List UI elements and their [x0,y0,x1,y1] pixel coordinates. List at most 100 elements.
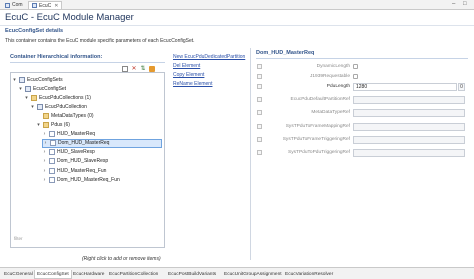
bottom-tab-bar: EcuCGeneral EcucConfigSet EcucHardware E… [0,267,474,279]
tab-label: EcucPartitionCollection [109,272,159,277]
hierarchy-divider [10,62,165,63]
tab-com-label: Com [12,2,23,8]
tree-node[interactable]: ▾ EcucConfigSets [12,75,63,84]
container-icon [49,149,55,156]
tree-node-label: MetaDataTypes (0) [51,112,94,119]
hierarchy-header: Container Hierarchical information: [10,54,103,60]
delete-element-link[interactable]: Del Element [173,63,200,69]
maximize-icon[interactable]: □ [463,1,467,7]
tab-ecuc-partition-collection[interactable]: EcucPartitionCollection [107,270,160,279]
container-icon [37,103,43,110]
property-label: PduLength [326,84,350,89]
tab-com[interactable]: Com [2,1,26,9]
minimize-icon[interactable]: – [452,1,455,7]
tree-node-label: Dom_HUD_SlaveResp [57,158,109,165]
pdu-length-spinner[interactable]: 0 [458,83,465,91]
tree-node[interactable]: ▾ Pdus (6) [36,121,70,130]
container-icon [49,167,55,174]
tab-label: EcucVariationResolver [285,272,334,277]
tree-node[interactable]: › HUD_MasterReq_Fun [42,166,106,175]
property-label: J1939Requestable [309,74,350,79]
tree-node-label: HUD_SlaveResp [57,149,95,156]
tab-label: EcuCGeneral [4,272,33,277]
chevron-right-icon[interactable]: › [42,149,47,155]
copy-element-link[interactable]: Copy Element [173,72,204,78]
reference-field [353,123,465,131]
tree-hint: (Right click to add or remove items) [82,256,161,262]
tree-node-label: Dom_HUD_MasterReq [58,140,110,147]
tab-label: EcucPostBuildVariants [168,272,217,277]
tree-node-label: HUD_MasterReq_Fun [57,167,107,174]
container-icon [49,176,55,183]
tab-ecuc[interactable]: EcuC ✕ [28,1,63,9]
chevron-down-icon[interactable]: ▾ [36,122,41,128]
chevron-down-icon[interactable]: ▾ [18,86,23,92]
tree-node-label: EcucPduCollections (1) [39,94,91,101]
chevron-right-icon[interactable]: › [42,131,47,137]
property-label: DynamicLength [316,64,350,69]
property-label: SysTPduToFrameTriggeringRef [282,137,350,142]
tab-ecuc-variation-resolver[interactable]: EcucVariationResolver [283,270,335,279]
tree-node[interactable]: › Dom_HUD_MasterReq_Fun [42,175,120,184]
ecuc-file-icon [32,3,37,8]
tree-node[interactable]: › Dom_HUD_SlaveResp [42,157,108,166]
folder-icon [43,122,49,128]
property-checkbox[interactable] [353,74,358,79]
tab-ecuc-label: EcuC [39,2,52,9]
folder-icon [31,94,37,101]
new-partition-link[interactable]: New EcucPduDedicatedPartition [173,54,245,60]
tree-node-label: HUD_MasterReq [57,131,96,138]
tab-ecuc-config-set[interactable]: EcucConfigSet [34,270,72,279]
container-icon [49,131,55,138]
tree-node-label: Pdus (6) [51,122,70,128]
tree-node-label: EcucConfigSet [33,85,67,92]
chevron-right-icon[interactable]: › [42,177,47,183]
tree-node[interactable]: › Dom_HUD_MasterReq [42,138,162,148]
details-header: EcucConfigSet details [5,28,64,34]
tree-node[interactable]: ▾ EcucConfigSet [18,84,66,93]
property-label: SysTPduToPduTriggeringRef [288,150,350,155]
container-icon [49,158,55,165]
tab-ecuc-general[interactable]: EcuCGeneral [2,270,35,279]
container-icon [50,140,56,147]
property-checkbox[interactable] [353,64,358,69]
tree-node-label: EcucPduCollection [45,103,87,110]
tab-ecuc-post-build-variants[interactable]: EcucPostBuildVariants [166,270,218,279]
tab-ecuc-unit-group-assignment[interactable]: EcucUnitGroupAssignment [222,270,284,279]
tree-node[interactable]: › HUD_MasterReq [42,130,95,139]
chevron-right-icon[interactable]: › [42,168,47,174]
properties-divider [256,58,468,59]
tab-ecuc-hardware[interactable]: EcucHardware [71,270,106,279]
close-icon[interactable]: ✕ [54,3,58,9]
property-label: MetaDataTypeRef [311,110,350,115]
com-file-icon [5,2,10,8]
property-label: EcucPduDefaultPartitionRef [290,97,350,102]
rename-element-link[interactable]: ReName Element [173,81,212,87]
tree-node[interactable]: › HUD_SlaveResp [42,148,95,157]
details-description: This container contains the EcuC module … [5,38,195,44]
tab-label: EcucUnitGroupAssignment [224,272,282,277]
container-icon [25,85,31,92]
folder-icon [43,112,49,119]
chevron-down-icon[interactable]: ▾ [30,104,35,110]
tree-node[interactable]: ▾ EcucPduCollection [30,102,87,111]
container-icon [19,76,25,83]
reference-field [353,136,465,144]
tab-label: EcucConfigSet [37,271,69,277]
chevron-right-icon[interactable]: › [43,140,48,146]
pdu-length-input[interactable]: 1280 [353,83,457,91]
tree-node-label: EcucConfigSets [27,76,63,83]
editor-tab-bar: Com EcuC ✕ – □ [0,0,474,10]
reference-field [353,96,465,104]
chevron-down-icon[interactable]: ▾ [12,77,17,83]
tab-label: EcucHardware [73,272,105,277]
tree-node[interactable]: MetaDataTypes (0) [36,111,94,120]
chevron-right-icon[interactable]: › [42,158,47,164]
filter-input[interactable]: filter [14,236,23,241]
property-label: SysTPduToFrameMappingRef [285,124,350,129]
title-divider [0,25,474,26]
properties-header: Dom_HUD_MasterReq [256,50,315,56]
chevron-down-icon[interactable]: ▾ [24,95,29,101]
reference-field [353,149,465,157]
tree-node[interactable]: ▾ EcucPduCollections (1) [24,93,91,102]
